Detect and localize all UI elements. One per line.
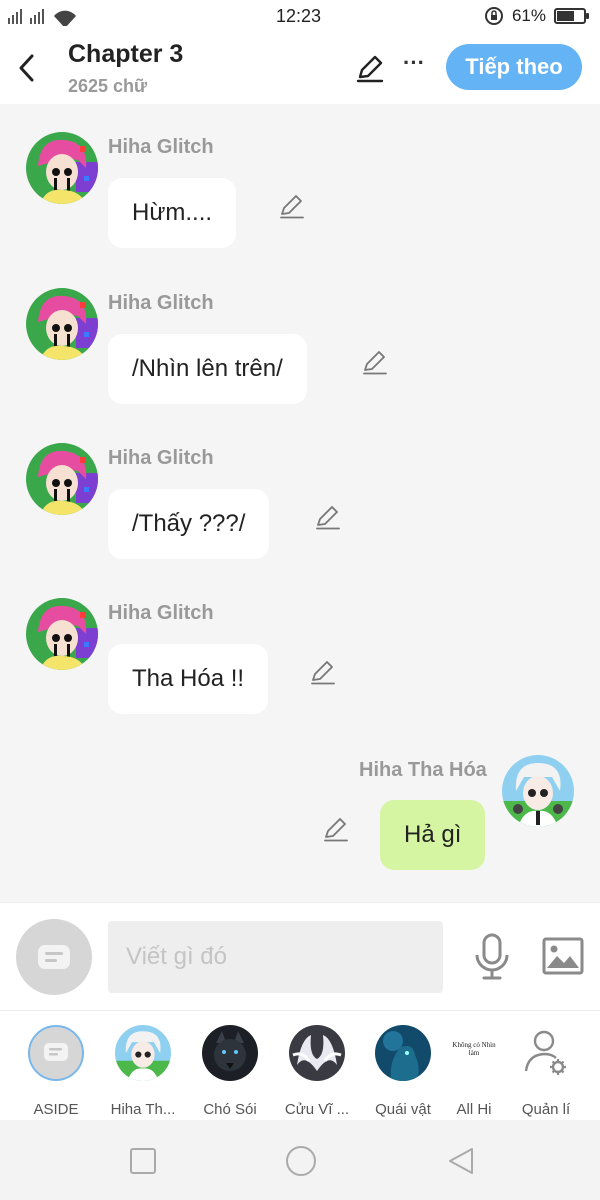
character-avatar: [115, 1025, 171, 1081]
edit-chapter-button[interactable]: [354, 52, 386, 84]
wolf-image: [202, 1025, 258, 1081]
composer-bar: [0, 902, 600, 1010]
signal-icon: [8, 9, 76, 26]
message-list[interactable]: Hiha Glitch Hừm.... Hiha Glitch /Nhìn lê…: [0, 104, 600, 902]
character-aside[interactable]: ASIDE: [16, 1023, 96, 1119]
character-cho-soi[interactable]: Chó Sói: [190, 1023, 270, 1119]
fox-image: [289, 1025, 345, 1081]
character-label: Quản lí: [521, 1101, 571, 1118]
avatar-hiha-glitch[interactable]: [26, 288, 98, 360]
back-nav-icon[interactable]: [446, 1146, 476, 1176]
character-avatar: [375, 1025, 431, 1081]
next-chapter-button[interactable]: Tiếp theo: [446, 44, 582, 90]
character-selector: ASIDE Hiha Th... Chó Sói Cửu Vĩ ... Quái…: [0, 1010, 600, 1120]
character-avatar: [289, 1025, 345, 1081]
avatar-hiha-tha-hoa[interactable]: [502, 755, 574, 827]
battery-fill: [557, 11, 575, 21]
back-button[interactable]: [12, 48, 44, 88]
edit-message-icon[interactable]: [309, 658, 337, 686]
voice-button[interactable]: [472, 933, 512, 981]
message-bubble-own[interactable]: Hả gì: [380, 800, 486, 870]
chapter-header: Chapter 3 2625 chữ ··· Tiếp theo: [0, 32, 600, 104]
battery-percent: 61%: [511, 6, 546, 25]
message-author: Hiha Glitch: [108, 447, 214, 469]
page-title: Chapter 3: [68, 40, 184, 68]
manage-characters-button[interactable]: Quản lí: [506, 1023, 586, 1119]
avatar-image: [26, 443, 98, 515]
aside-toggle-button[interactable]: [16, 919, 92, 995]
message-author: Hiha Tha Hóa: [359, 759, 487, 781]
edit-message-icon[interactable]: [278, 192, 306, 220]
avatar-hiha-glitch[interactable]: [26, 443, 98, 515]
avatar-image: [26, 598, 98, 670]
recent-apps-icon[interactable]: [128, 1146, 158, 1176]
avatar-image: [26, 288, 98, 360]
all-hi-thumbnail-text: Không có Nhìn làm: [452, 1041, 496, 1057]
status-right: 61%: [484, 6, 589, 26]
user-settings-icon: [524, 1030, 566, 1075]
message-author: Hiha Glitch: [108, 292, 214, 314]
aside-avatar: [28, 1025, 84, 1081]
character-avatar: [202, 1025, 258, 1081]
avatar-hiha-glitch[interactable]: [26, 598, 98, 670]
avatar-image: [502, 755, 574, 827]
character-hiha-tha-hoa[interactable]: Hiha Th...: [103, 1023, 183, 1119]
character-avatar: Không có Nhìn làm: [446, 1025, 502, 1081]
message-bubble[interactable]: Tha Hóa !!: [108, 644, 269, 714]
message-bubble[interactable]: /Nhìn lên trên/: [108, 334, 307, 404]
aside-icon: [44, 1043, 68, 1061]
avatar-image: [26, 132, 98, 204]
image-button[interactable]: [542, 937, 584, 975]
avatar-image: [115, 1025, 171, 1081]
message-input[interactable]: [108, 921, 443, 993]
message-author: Hiha Glitch: [108, 602, 214, 624]
system-nav-bar: [0, 1120, 600, 1200]
battery-icon: [554, 8, 589, 24]
edit-message-icon[interactable]: [314, 503, 342, 531]
message-author: Hiha Glitch: [108, 136, 214, 158]
chevron-left-icon: [19, 54, 34, 82]
avatar-hiha-glitch[interactable]: [26, 132, 98, 204]
character-label: Hiha Th...: [110, 1101, 176, 1118]
character-cuu-vi[interactable]: Cửu Vĩ ...: [277, 1023, 357, 1119]
character-label: Chó Sói: [203, 1101, 257, 1118]
home-icon[interactable]: [285, 1145, 317, 1177]
character-label: ASIDE: [33, 1101, 79, 1118]
image-icon: [542, 937, 584, 975]
message-bubble[interactable]: /Thấy ???/: [108, 489, 270, 559]
character-label: Cửu Vĩ ...: [284, 1101, 350, 1118]
microphone-icon: [475, 933, 509, 980]
monster-image: [375, 1025, 431, 1081]
edit-message-icon[interactable]: [322, 815, 350, 843]
manage-icon: [518, 1025, 574, 1081]
status-time: 12:23: [276, 6, 322, 26]
lock-rotation-icon: [484, 7, 503, 25]
aside-icon: [38, 945, 70, 969]
status-bar: 12:23 61%: [0, 0, 600, 32]
word-count: 2625 chữ: [68, 76, 148, 96]
pencil-icon: [356, 55, 384, 83]
message-bubble[interactable]: Hừm....: [108, 178, 237, 248]
edit-message-icon[interactable]: [361, 348, 389, 376]
more-options-button[interactable]: ···: [400, 52, 428, 84]
